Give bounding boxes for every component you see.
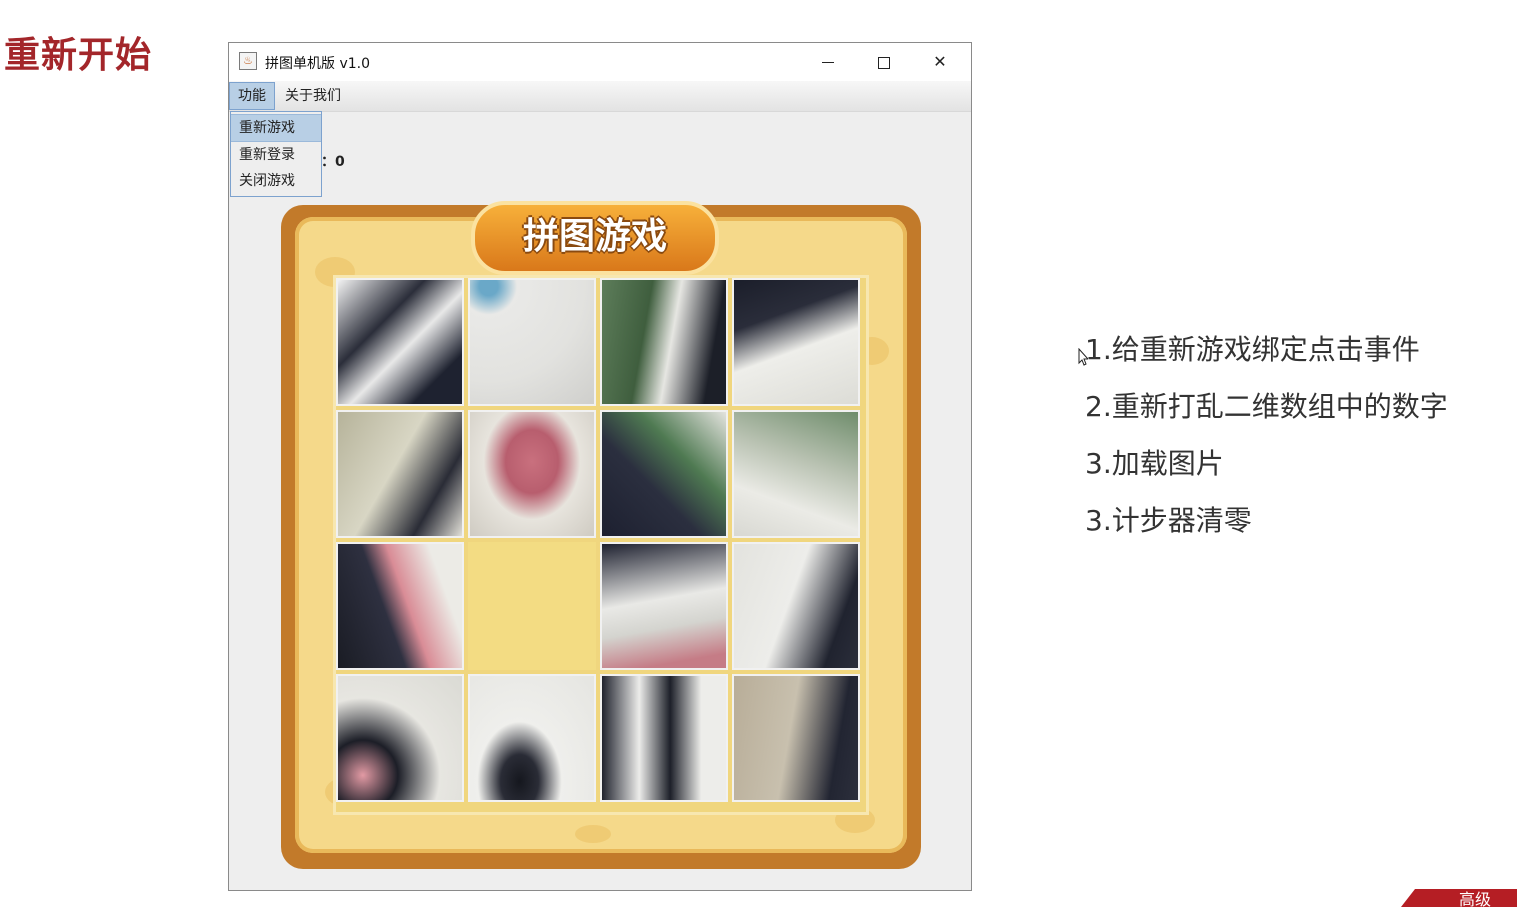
note-item: 3.计步器清零	[1085, 504, 1252, 537]
puzzle-window: ♨ 拼图单机版 v1.0 ✕ 功能 关于我们 重新游戏 重新登录 关闭游戏 ：0	[228, 42, 972, 891]
note-item: 1.给重新游戏绑定点击事件	[1085, 333, 1420, 366]
puzzle-board: 拼图游戏	[281, 201, 921, 869]
window-titlebar: ♨ 拼图单机版 v1.0 ✕	[229, 43, 971, 81]
puzzle-tile[interactable]	[336, 278, 464, 406]
window-title: 拼图单机版 v1.0	[265, 56, 370, 72]
note-item: 2.重新打乱二维数组中的数字	[1085, 390, 1448, 423]
step-notes: 1.给重新游戏绑定点击事件 2.重新打乱二维数组中的数字 3.加载图片 3.计步…	[1085, 330, 1448, 558]
note-item: 3.加载图片	[1085, 447, 1224, 480]
menu-close-game[interactable]: 关闭游戏	[231, 168, 321, 194]
puzzle-grid	[333, 275, 869, 815]
step-counter: ：0	[321, 154, 345, 170]
puzzle-tile[interactable]	[600, 278, 728, 406]
slide-title: 重新开始	[4, 35, 153, 76]
puzzle-tile[interactable]	[336, 410, 464, 538]
slide-corner-banner: 高级	[1401, 889, 1517, 907]
maximize-icon	[878, 56, 890, 69]
minimize-icon	[822, 62, 834, 63]
puzzle-tile[interactable]	[732, 674, 860, 802]
menu-about-us[interactable]: 关于我们	[277, 85, 349, 107]
puzzle-game-logo: 拼图游戏	[471, 201, 719, 275]
menu-restart-game[interactable]: 重新游戏	[231, 114, 321, 142]
function-dropdown: 重新游戏 重新登录 关闭游戏	[230, 111, 322, 197]
minimize-button[interactable]	[805, 43, 851, 81]
corner-text: 高级	[1459, 890, 1491, 907]
puzzle-tile[interactable]	[468, 674, 596, 802]
puzzle-tile[interactable]	[468, 278, 596, 406]
puzzle-tile[interactable]	[600, 542, 728, 670]
puzzle-tile[interactable]	[600, 674, 728, 802]
puzzle-empty-slot	[468, 542, 596, 670]
puzzle-tile[interactable]	[732, 410, 860, 538]
menu-function[interactable]: 功能	[229, 82, 275, 110]
puzzle-tile[interactable]	[732, 542, 860, 670]
close-button[interactable]: ✕	[917, 43, 963, 81]
java-app-icon: ♨	[239, 52, 257, 70]
puzzle-tile[interactable]	[600, 410, 728, 538]
puzzle-tile[interactable]	[336, 542, 464, 670]
close-icon: ✕	[933, 52, 947, 71]
menu-relogin[interactable]: 重新登录	[231, 142, 321, 168]
puzzle-tile[interactable]	[468, 410, 596, 538]
maximize-button[interactable]	[861, 43, 907, 81]
menubar: 功能 关于我们	[229, 81, 971, 112]
puzzle-tile[interactable]	[336, 674, 464, 802]
puzzle-tile[interactable]	[732, 278, 860, 406]
